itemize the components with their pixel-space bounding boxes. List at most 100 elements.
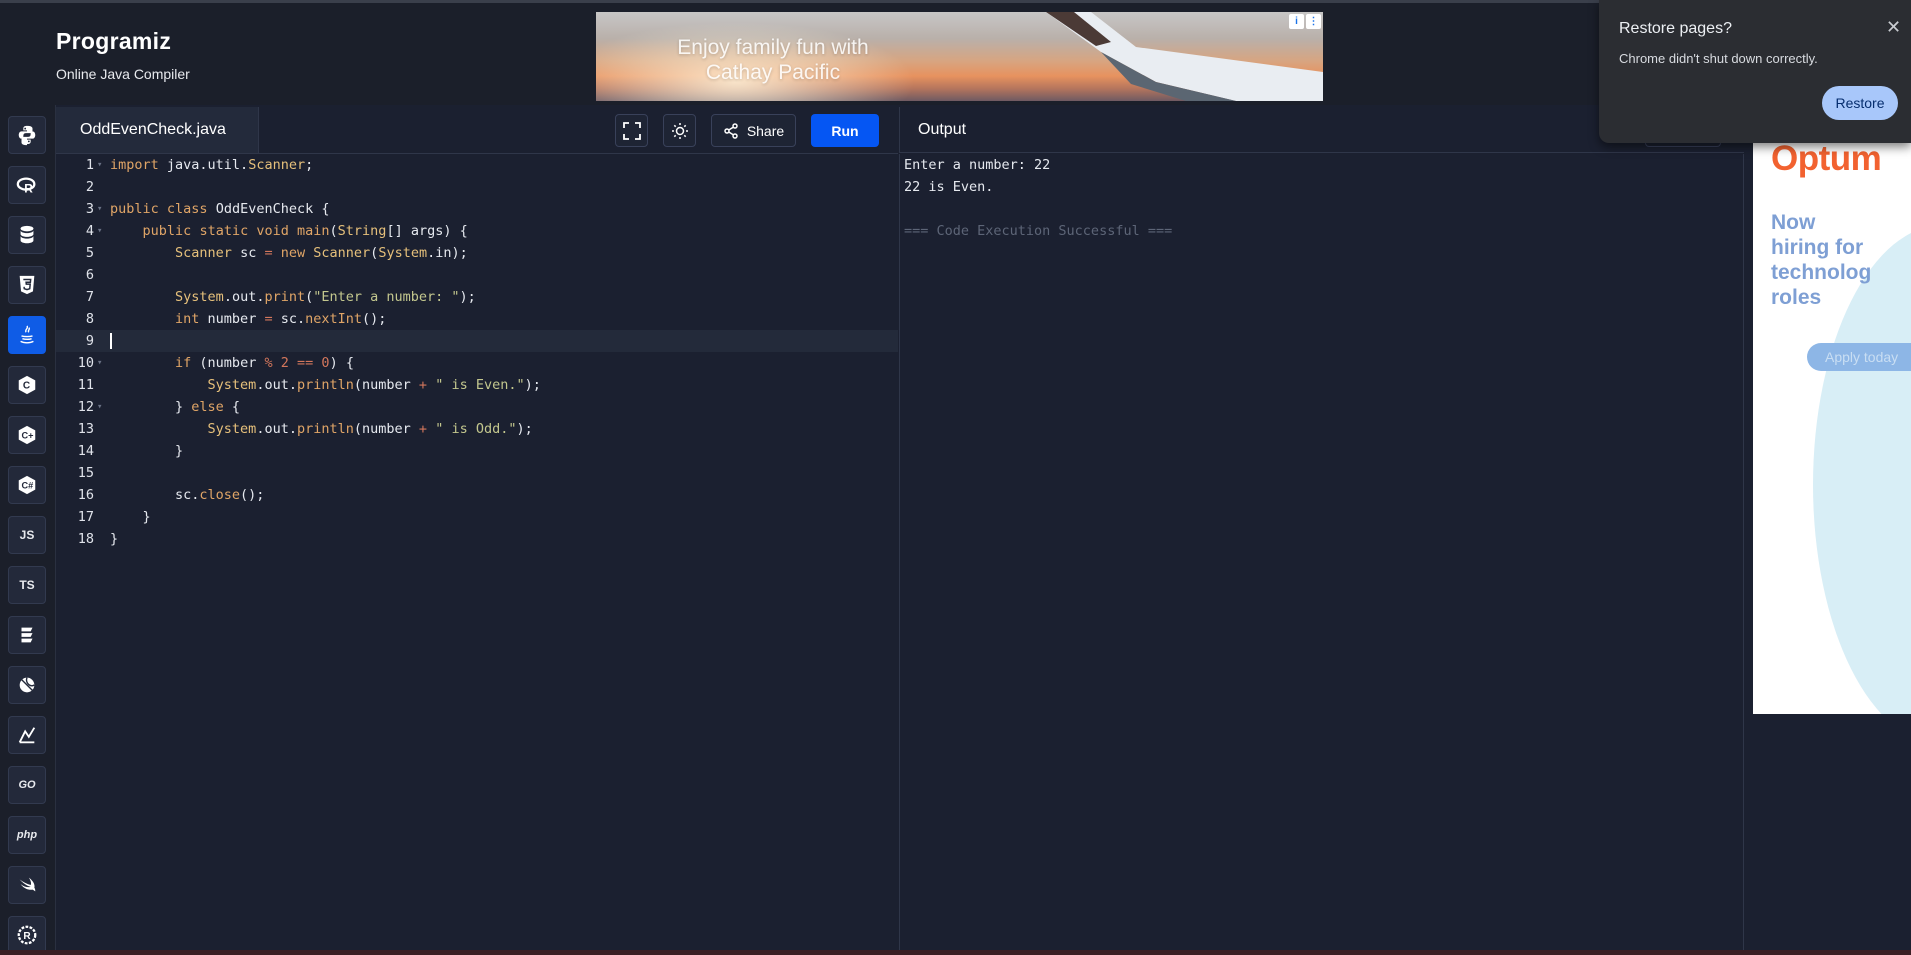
code-editor[interactable]: 1 ▾ import java.util.Scanner; 2 3 ▾ public cla… bbox=[56, 154, 898, 955]
right-ad-banner[interactable]: Optum Now hiring for technolog roles App… bbox=[1753, 105, 1911, 714]
fold-arrow-icon[interactable]: ▾ bbox=[97, 220, 102, 242]
share-button[interactable]: Share bbox=[711, 114, 796, 147]
code-text: public static void main(String[] args) { bbox=[142, 223, 468, 239]
fold-arrow-icon[interactable]: ▾ bbox=[97, 198, 102, 220]
output-console[interactable]: Enter a number: 22 22 is Even. === Code Ex… bbox=[899, 154, 1744, 955]
lang-dart-button[interactable] bbox=[8, 666, 46, 704]
lang-rust-button[interactable]: R bbox=[8, 916, 46, 954]
restore-message: Chrome didn't shut down correctly. bbox=[1619, 51, 1818, 66]
lang-sql-button[interactable] bbox=[8, 216, 46, 254]
line-number: 15 bbox=[77, 465, 94, 481]
code-line[interactable]: 15 bbox=[56, 462, 898, 484]
line-number: 17 bbox=[77, 509, 94, 525]
code-line[interactable]: 12 ▾ } else { bbox=[56, 396, 898, 418]
line-number: 18 bbox=[77, 531, 94, 547]
code-text: sc.close(); bbox=[110, 487, 265, 503]
cpp-icon: C+ bbox=[18, 425, 36, 445]
bottom-edge bbox=[0, 950, 1911, 955]
fold-arrow-icon[interactable]: ▾ bbox=[97, 396, 102, 418]
code-line[interactable]: 4 ▾ public static void main(String[] args… bbox=[56, 220, 898, 242]
run-button[interactable]: Run bbox=[811, 114, 879, 147]
html5-icon bbox=[19, 275, 35, 295]
code-text: } bbox=[110, 531, 119, 547]
code-line[interactable]: 3 ▾ public class OddEvenCheck { bbox=[56, 198, 898, 220]
lang-typescript-button[interactable]: TS bbox=[8, 566, 46, 604]
airplane-wing-image bbox=[1046, 12, 1323, 101]
programiz-logo[interactable]: Programiz bbox=[56, 28, 171, 55]
code-line[interactable]: 14 } bbox=[56, 440, 898, 462]
line-number: 12 bbox=[77, 399, 94, 415]
code-text: System.out.println(number + " is Odd."); bbox=[207, 421, 533, 437]
go-icon: GO bbox=[18, 779, 36, 791]
ad-menu-icon[interactable]: ⋮ bbox=[1306, 14, 1321, 29]
share-label: Share bbox=[746, 122, 785, 139]
close-icon[interactable]: ✕ bbox=[1886, 17, 1901, 38]
code-text: } bbox=[110, 509, 151, 525]
lang-javascript-button[interactable]: JS bbox=[8, 516, 46, 554]
svg-text:C+: C+ bbox=[22, 431, 34, 441]
r-icon: R bbox=[16, 177, 36, 195]
lang-kotlin-button[interactable] bbox=[8, 616, 46, 654]
code-text: System.out.println(number + " is Even.")… bbox=[207, 377, 541, 393]
svg-text:C#: C# bbox=[22, 481, 34, 491]
code-line[interactable]: 10 ▾ if (number % 2 == 0) { bbox=[56, 352, 898, 374]
code-line[interactable]: 2 bbox=[56, 176, 898, 198]
lang-python-button[interactable] bbox=[8, 116, 46, 154]
svg-text:C: C bbox=[23, 381, 30, 392]
fullscreen-button[interactable] bbox=[615, 114, 648, 147]
code-line[interactable]: 16 sc.close(); bbox=[56, 484, 898, 506]
code-line[interactable]: 17 } bbox=[56, 506, 898, 528]
line-number: 16 bbox=[77, 487, 94, 503]
svg-text:R: R bbox=[23, 931, 31, 942]
python-icon bbox=[18, 125, 36, 146]
lang-html-button[interactable] bbox=[8, 266, 46, 304]
page-subtitle: Online Java Compiler bbox=[56, 66, 190, 82]
code-line[interactable]: 18} bbox=[56, 528, 898, 550]
code-text: if (number % 2 == 0) { bbox=[175, 355, 354, 371]
swift-icon bbox=[19, 877, 36, 892]
lang-scala-button[interactable] bbox=[8, 716, 46, 754]
theme-toggle-button[interactable] bbox=[663, 114, 696, 147]
code-text: int number = sc.nextInt(); bbox=[175, 311, 387, 327]
code-text: } else { bbox=[110, 399, 241, 415]
code-line[interactable]: 8 int number = sc.nextInt(); bbox=[56, 308, 898, 330]
lang-java-button[interactable] bbox=[8, 316, 46, 354]
lang-php-button[interactable]: php bbox=[8, 816, 46, 854]
lang-cpp-button[interactable]: C+ bbox=[8, 416, 46, 454]
text-cursor bbox=[110, 333, 112, 349]
lang-swift-button[interactable] bbox=[8, 866, 46, 904]
fold-arrow-icon[interactable]: ▾ bbox=[97, 352, 102, 374]
code-line[interactable]: 7 System.out.print("Enter a number: "); bbox=[56, 286, 898, 308]
ad-choices[interactable]: i ⋮ bbox=[1289, 14, 1321, 29]
file-tab[interactable]: OddEvenCheck.java bbox=[56, 107, 259, 153]
lang-c-button[interactable]: C bbox=[8, 366, 46, 404]
code-line[interactable]: 5 Scanner sc = new Scanner(System.in); bbox=[56, 242, 898, 264]
code-line[interactable]: 6 bbox=[56, 264, 898, 286]
code-text: public class OddEvenCheck { bbox=[110, 201, 330, 217]
code-line[interactable]: 11 System.out.println(number + " is Even… bbox=[56, 374, 898, 396]
restore-pages-dialog: Restore pages? ✕ Chrome didn't shut down… bbox=[1599, 0, 1911, 143]
line-number: 9 bbox=[85, 333, 94, 349]
svg-text:R: R bbox=[24, 181, 33, 195]
code-line[interactable]: 1 ▾ import java.util.Scanner; bbox=[56, 154, 898, 176]
fullscreen-icon bbox=[622, 121, 641, 140]
top-ad-text-line1: Enjoy family fun with bbox=[677, 36, 869, 59]
share-icon bbox=[724, 122, 738, 139]
javascript-icon: JS bbox=[19, 528, 35, 542]
ad-copy-line: technolog bbox=[1771, 261, 1872, 284]
typescript-icon: TS bbox=[19, 578, 35, 592]
restore-title: Restore pages? bbox=[1619, 20, 1732, 37]
restore-button[interactable]: Restore bbox=[1822, 86, 1898, 120]
line-number: 6 bbox=[85, 267, 94, 283]
fold-arrow-icon[interactable]: ▾ bbox=[97, 154, 102, 176]
line-number: 8 bbox=[85, 311, 94, 327]
top-ad-banner[interactable]: Enjoy family fun with Cathay Pacific i ⋮ bbox=[596, 12, 1323, 101]
line-number: 3 bbox=[85, 201, 94, 217]
lang-r-button[interactable]: R bbox=[8, 166, 46, 204]
lang-go-button[interactable]: GO bbox=[8, 766, 46, 804]
lang-csharp-button[interactable]: C# bbox=[8, 466, 46, 504]
apply-today-button[interactable]: Apply today bbox=[1807, 343, 1911, 371]
code-line[interactable]: 9 bbox=[56, 330, 898, 352]
ad-info-icon[interactable]: i bbox=[1289, 14, 1304, 29]
code-line[interactable]: 13 System.out.println(number + " is Odd.… bbox=[56, 418, 898, 440]
